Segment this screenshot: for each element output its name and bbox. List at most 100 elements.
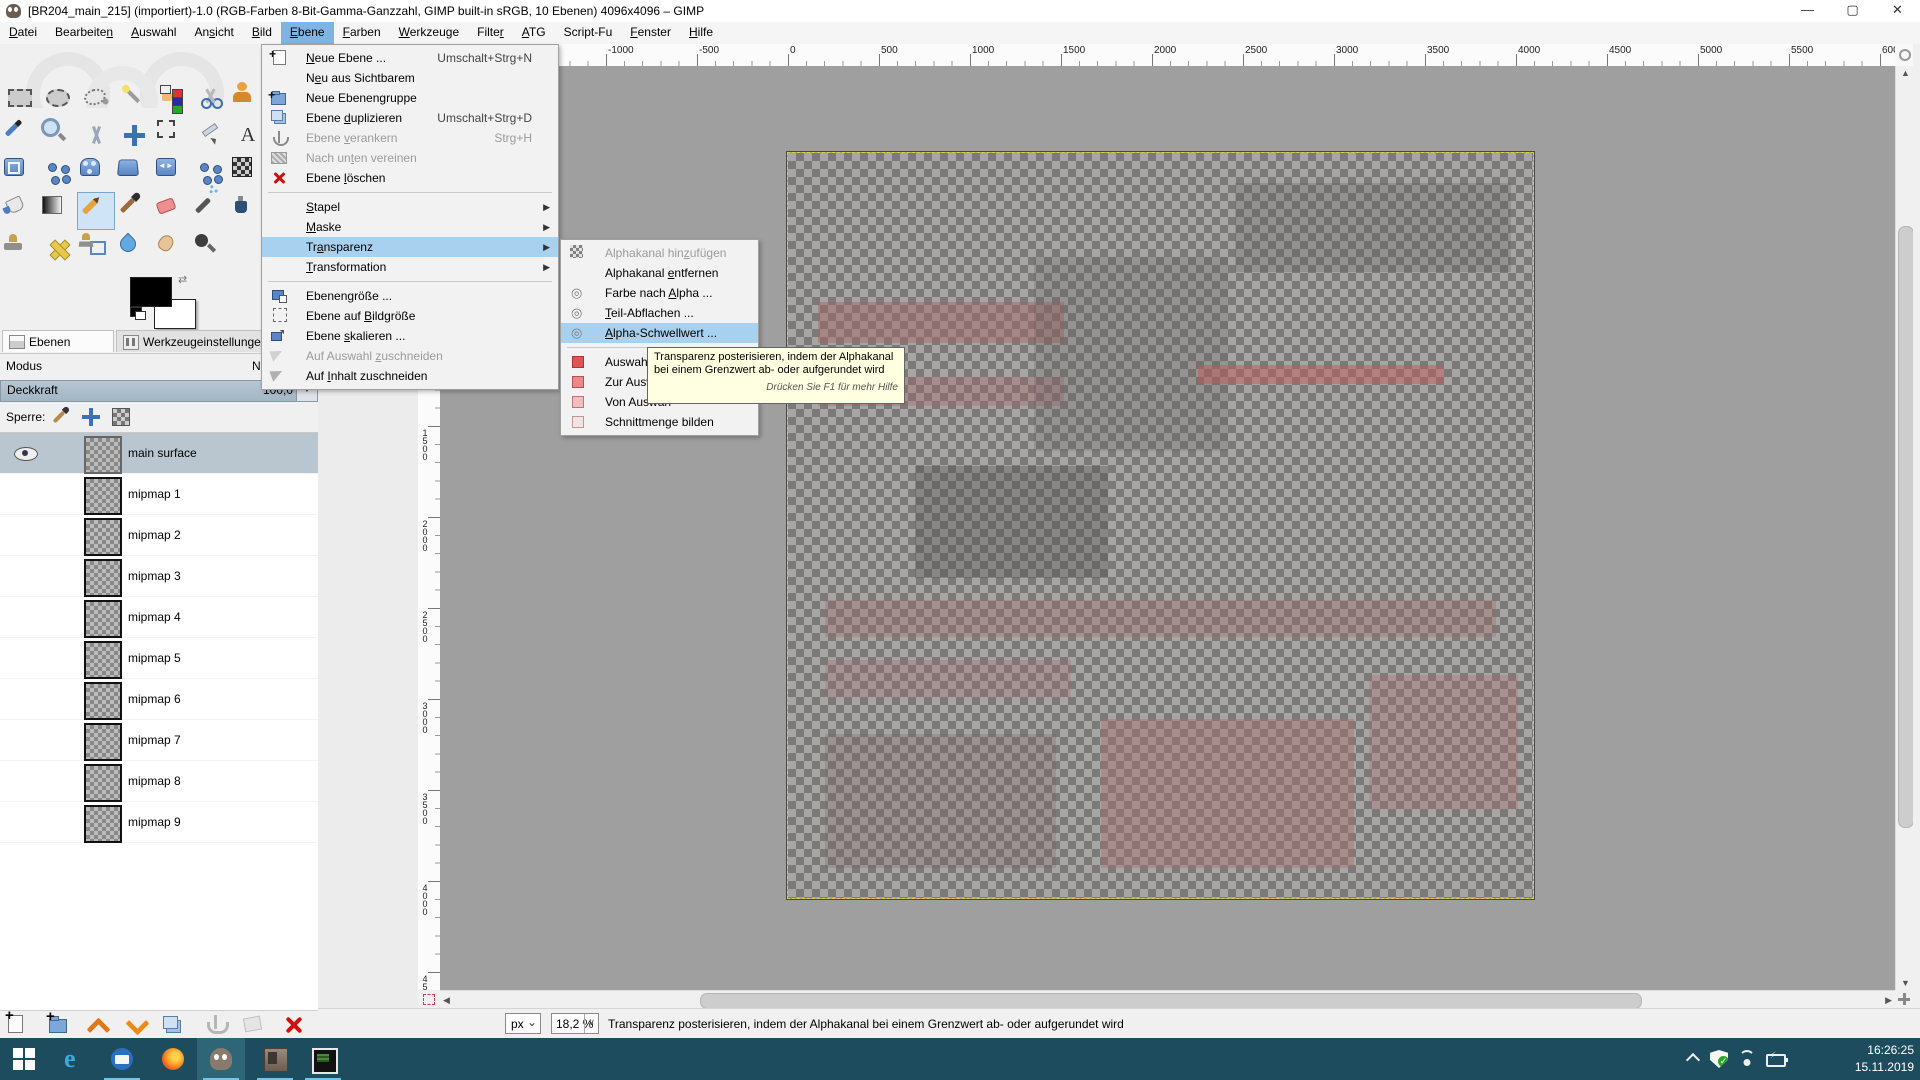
quick-mask-toggle[interactable] [418, 990, 440, 1008]
scroll-right-icon[interactable]: ▶ [1885, 995, 1892, 1006]
horizontal-ruler[interactable]: -1500-1000-50005001000150020002500300035… [440, 44, 1895, 67]
wifi-icon[interactable] [1738, 1050, 1756, 1068]
tool-pencil[interactable] [77, 192, 115, 230]
tool-free-select[interactable] [77, 78, 115, 116]
menu-item-transformation[interactable]: Transformation▶ [262, 257, 558, 277]
new-layer-group-button[interactable] [43, 1013, 75, 1037]
vertical-scroll-thumb[interactable] [1898, 226, 1914, 828]
tool-warp-transform[interactable] [77, 154, 115, 192]
image-layer-checkerboard[interactable] [788, 153, 1533, 898]
taskbar-thunderbird-button[interactable] [98, 1038, 146, 1080]
menu-item-neue-ebene[interactable]: Neue Ebene ...Umschalt+Strg+N [262, 48, 558, 68]
menu-item-neue-ebenengruppe[interactable]: Neue Ebenengruppe [262, 88, 558, 108]
tool-flip[interactable] [153, 154, 191, 192]
menu-item-ebene-auf-bildgröße[interactable]: Ebene auf Bildgröße [262, 306, 558, 326]
taskbar-firefox-button[interactable] [149, 1038, 197, 1080]
battery-icon[interactable] [1766, 1054, 1786, 1067]
foreground-color-swatch[interactable] [130, 277, 172, 307]
taskbar-edge-button[interactable]: e [51, 1038, 99, 1080]
layer-row-mipmap-2[interactable]: mipmap 2 [0, 515, 318, 556]
close-button[interactable]: ✕ [1875, 0, 1920, 22]
tool-perspective-clone[interactable] [77, 230, 115, 268]
color-selector[interactable]: ⇄ [130, 277, 200, 329]
tool-crop[interactable] [1, 154, 39, 192]
layer-thumbnail[interactable] [84, 600, 122, 638]
menu-item-stapel[interactable]: Stapel▶ [262, 197, 558, 217]
vertical-scrollbar[interactable]: ▲ ▼ [1895, 66, 1914, 990]
tool-measure[interactable] [77, 116, 115, 154]
zoom-dropdown[interactable]: 18,2 % ∨ [551, 1013, 599, 1034]
layer-row-mipmap-5[interactable]: mipmap 5 [0, 638, 318, 679]
tool-select-by-color[interactable] [153, 78, 191, 116]
menu-item-ebene-skalieren[interactable]: Ebene skalieren ... [262, 326, 558, 346]
menu-hilfe[interactable]: Hilfe [680, 22, 722, 44]
layer-thumbnail[interactable] [84, 641, 122, 679]
taskbar-gimp-button[interactable] [197, 1038, 245, 1080]
tray-expand-icon[interactable] [1686, 1053, 1700, 1067]
menu-filter[interactable]: Filter [468, 22, 513, 44]
tab-ebenen[interactable]: Ebenen [2, 330, 114, 352]
maximize-button[interactable]: ▢ [1830, 0, 1875, 22]
layer-row-mipmap-4[interactable]: mipmap 4 [0, 597, 318, 638]
menu-ansicht[interactable]: Ansicht [185, 22, 242, 44]
tool-paths[interactable] [191, 116, 229, 154]
menu-ebene[interactable]: Ebene [281, 22, 334, 44]
lock-alpha-icon[interactable] [112, 408, 130, 426]
menu-script-fu[interactable]: Script-Fu [555, 22, 622, 44]
menu-item-ebene-duplizieren[interactable]: Ebene duplizierenUmschalt+Strg+D [262, 108, 558, 128]
menu-datei[interactable]: Datei [0, 22, 46, 44]
menu-item-teil-abflachen[interactable]: ◎Teil-Abflachen ... [561, 303, 758, 323]
layer-thumbnail[interactable] [84, 559, 122, 597]
tool-unified-transform[interactable] [39, 154, 77, 192]
tool-paintbrush[interactable] [115, 192, 153, 230]
scroll-down-icon[interactable]: ▼ [1901, 978, 1910, 988]
horizontal-scroll-thumb[interactable] [700, 993, 1642, 1009]
menu-item-auf-inhalt-zuschneiden[interactable]: Auf Inhalt zuschneiden [262, 366, 558, 386]
tool-dodge-burn[interactable] [191, 230, 229, 268]
zoom-follow-icon[interactable] [1895, 44, 1913, 66]
layer-thumbnail[interactable] [84, 764, 122, 802]
tool-smudge[interactable] [153, 230, 191, 268]
tool-airbrush[interactable] [191, 192, 229, 230]
lower-layer-button[interactable] [121, 1013, 153, 1037]
tool-clone[interactable] [1, 230, 39, 268]
canvas-viewport[interactable] [440, 66, 1895, 990]
menu-fenster[interactable]: Fenster [621, 22, 680, 44]
layer-row-main-surface[interactable]: main surface [0, 433, 318, 474]
tool-zoom[interactable] [39, 116, 77, 154]
layer-thumbnail[interactable] [84, 518, 122, 556]
tool-align[interactable] [153, 116, 191, 154]
navigation-icon[interactable] [1895, 990, 1913, 1008]
taskbar-start-button[interactable] [0, 1038, 48, 1080]
layer-row-mipmap-9[interactable]: mipmap 9 [0, 802, 318, 843]
tool-handle-transform[interactable] [115, 154, 153, 192]
raise-layer-button[interactable] [82, 1013, 114, 1037]
layer-row-mipmap-6[interactable]: mipmap 6 [0, 679, 318, 720]
lock-pixels-icon[interactable] [53, 411, 66, 424]
defender-shield-icon[interactable] [1710, 1050, 1728, 1068]
default-colors-icon[interactable] [130, 307, 142, 317]
menu-atg[interactable]: ATG [513, 22, 555, 44]
zoom-dropdown-icon[interactable]: ∨ [584, 1014, 598, 1033]
lock-position-icon[interactable] [82, 408, 100, 426]
duplicate-layer-button[interactable] [160, 1013, 192, 1037]
tool-blur-sharpen[interactable] [115, 230, 153, 268]
swap-colors-icon[interactable]: ⇄ [178, 273, 187, 286]
taskbar-pixel-app-button[interactable] [299, 1038, 347, 1080]
menu-werkzeuge[interactable]: Werkzeuge [390, 22, 468, 44]
tool-color-picker[interactable] [1, 116, 39, 154]
menu-item-alphakanal-entfernen[interactable]: Alphakanal entfernen [561, 263, 758, 283]
layer-row-mipmap-3[interactable]: mipmap 3 [0, 556, 318, 597]
minimize-button[interactable]: — [1785, 0, 1830, 22]
layer-thumbnail[interactable] [84, 805, 122, 843]
layer-row-mipmap-8[interactable]: mipmap 8 [0, 761, 318, 802]
menu-item-schnittmenge-bilden[interactable]: Schnittmenge bilden [561, 412, 758, 432]
menu-farben[interactable]: Farben [334, 22, 390, 44]
menu-item-maske[interactable]: Maske▶ [262, 217, 558, 237]
taskbar-clock[interactable]: 16:26:25 15.11.2019 [1855, 1042, 1914, 1076]
tool-bucket-fill[interactable] [1, 192, 39, 230]
layer-thumbnail[interactable] [84, 682, 122, 720]
tool-ellipse-select[interactable] [39, 78, 77, 116]
menu-item-ebene-löschen[interactable]: Ebene löschen [262, 168, 558, 188]
menu-bearbeiten[interactable]: Bearbeiten [46, 22, 122, 44]
